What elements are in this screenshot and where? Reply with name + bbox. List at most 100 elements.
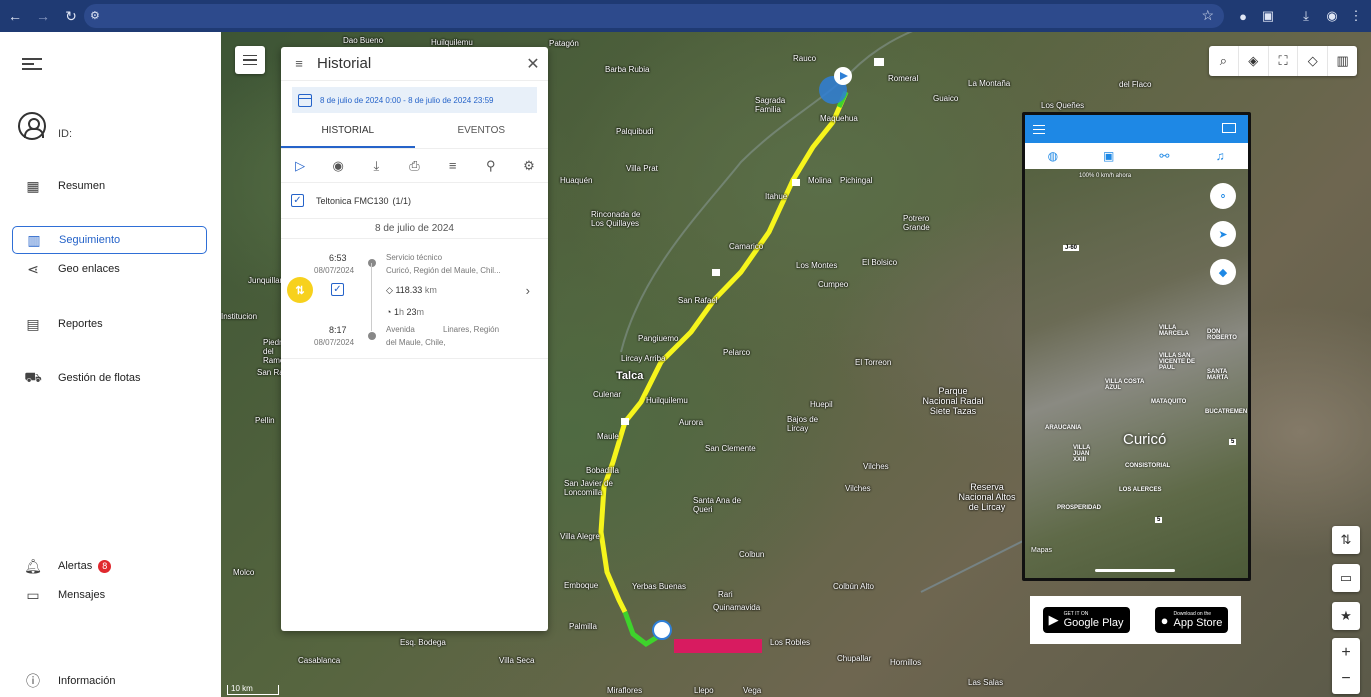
message-icon: ▭ [26,586,40,603]
extension-icon[interactable]: ● [1233,6,1253,26]
map-place: Yerbas Buenas [632,582,686,591]
sidebar-item-alertas[interactable]: 🔔︎ Alertas 8 [12,552,207,580]
map-place: Sagrada Familia [755,96,786,114]
zoom-out-icon[interactable]: − [1341,666,1350,692]
menu-dots-icon[interactable]: ⋮ [1346,6,1366,26]
sidebar-item-label: Alertas [58,560,93,572]
map-place: Itahue [765,192,788,201]
device-row[interactable]: ✓ Teltonica FMC130 (1/1) [281,183,548,219]
phone-city-label: Curicó [1123,431,1167,448]
map-place: Rauco [793,54,817,63]
distance-icon: ◇ [386,285,393,295]
sidebar-item-label: Gestión de flotas [58,372,141,384]
profile-icon[interactable]: ◉ [1322,6,1342,26]
tab-historial[interactable]: HISTORIAL [281,121,415,148]
date-range-picker[interactable]: 8 de julio de 2024 0:00 - 8 de julio de … [292,87,537,113]
map-place: Miraflores [607,686,643,695]
tune-icon[interactable]: ⚙ [90,9,104,23]
address-bar[interactable]: ⚙ ☆ [84,4,1224,28]
bike-icon[interactable]: ⚲ [472,158,510,174]
trip-duration-minutes-unit: m [416,307,425,317]
trip-item[interactable]: ⇅ ✓ 6:53 08/07/2024 Servicio técnico Cur… [281,239,548,359]
collapse-panel-icon[interactable]: ≡ [281,56,317,71]
phone-label: MATAQUITO [1151,399,1187,405]
phone-label: SANTA MARTA [1207,369,1229,381]
fullscreen-icon[interactable]: ⛶ [1269,46,1299,76]
clock-icon: ◔ [386,307,392,317]
phone-label: LOS ALERCES [1119,487,1162,493]
sidebar-item-geo-enlaces[interactable]: ⋖ Geo enlaces [12,255,207,283]
star-icon[interactable]: ★ [1332,602,1360,630]
download-icon[interactable]: ⤓ [1296,6,1316,26]
sidebar-item-reportes[interactable]: ▤ Reportes [12,310,207,338]
close-icon[interactable]: ✕ [518,54,548,74]
phone-label: VILLA SAN VICENTE DE PAUL [1159,353,1196,371]
trip-end-date: 08/07/2024 [314,338,355,347]
map-place: Colbún Alto [833,582,874,591]
phone-layers-icon: ◆ [1210,259,1236,285]
phone-label: VILLA COSTA AZUL [1105,379,1145,391]
print-icon[interactable]: ⎙ [395,158,433,174]
tab-eventos[interactable]: EVENTOS [415,121,549,148]
settings-gear-icon[interactable]: ⚙ [510,158,548,174]
destination-marker-label[interactable] [674,639,762,653]
phone-label: BUCATREMEN [1205,409,1248,415]
trip-start-date: 08/07/2024 [314,266,355,275]
sidebar-item-mensajes[interactable]: ▭ Mensajes [12,581,207,609]
sidebar-collapse-icon[interactable] [22,58,42,74]
history-toolbar: ▷ ◉ ⤓ ⎙ ≡ ⚲ ⚙ [281,149,548,183]
google-play-badge[interactable]: ▶ GET IT ON Google Play [1042,607,1130,633]
back-icon[interactable]: ← [2,3,28,29]
sidebar-item-resumen[interactable]: ▦ Resumen [12,172,207,200]
play-icon[interactable]: ▷ [281,158,319,174]
chevron-right-icon[interactable]: › [526,283,530,298]
trip-end-address-line3: del Maule, Chile, [386,338,446,347]
palette-icon[interactable]: ◉ [319,158,357,174]
search-icon[interactable]: ⌕ [1209,46,1239,76]
trip-duration: ◔ 1h 23m [386,307,424,317]
sidebar-item-gestion-flotas[interactable]: ⛟ Gestión de flotas [12,364,207,392]
sidebar-item-informacion[interactable]: ⓘ Información [12,667,207,695]
ruler-icon[interactable]: ▭ [1332,564,1360,592]
map-place: El Torreon [855,358,892,367]
download-icon[interactable]: ⤓ [357,158,395,174]
zoom-control: + − [1332,638,1360,694]
user-avatar-icon[interactable] [18,112,46,140]
phone-route-icon: ⚯ [1159,149,1170,163]
map-place: Casablanca [298,656,341,665]
phone-tabs: ◍ ▣ ⚯ ♫ [1025,143,1248,169]
bookmark-star-icon[interactable]: ☆ [1201,7,1214,24]
puzzle-icon[interactable]: ▣ [1258,6,1278,26]
trip-distance-value: 118.33 [395,285,423,295]
trip-start-time: 6:53 [329,253,347,263]
layers-icon[interactable]: ◇ [1298,46,1329,76]
route-icon[interactable]: ⇅ [1332,526,1360,554]
app-store-badges: ▶ GET IT ON Google Play ● Download on th… [1030,596,1241,644]
device-count: (1/1) [392,195,412,206]
sidebar-item-seguimiento[interactable]: ▥ Seguimiento [12,226,207,254]
device-checkbox[interactable]: ✓ [291,194,304,207]
reload-icon[interactable]: ↻ [58,3,84,29]
phone-status: 100% 0 km/h ahora [1079,173,1132,179]
phone-label: VILLA MARCELA [1159,325,1189,337]
map-place: Hornillos [890,658,922,667]
map-place: Bobadilla [586,466,619,475]
zoom-in-icon[interactable]: + [1341,640,1350,666]
app-store-badge[interactable]: ● Download on the App Store [1154,607,1229,633]
panel-title: Historial [317,55,372,72]
trip-end-address-line2: Linares, Región [443,325,500,334]
map-place: Huilquilemu [431,38,473,47]
trip-checkbox[interactable]: ✓ [331,283,344,296]
phone-label: PROSPERIDAD [1057,505,1102,511]
trip-end-address-line1: Avenida [386,325,415,334]
map-place: San Javier de Loncomilla [564,479,613,497]
map-place: Emboque [564,581,599,590]
trip-duration-minutes: 23 [406,307,417,317]
map-layers-menu-button[interactable] [235,46,265,74]
map-type-icon[interactable]: ▥ [1328,46,1357,76]
forward-icon[interactable]: → [30,3,56,29]
list-icon[interactable]: ≡ [434,158,472,173]
phone-map-attribution: Mapas [1031,547,1053,554]
geofence-icon[interactable]: ◈ [1239,46,1269,76]
chart-icon: ▤ [26,315,40,332]
